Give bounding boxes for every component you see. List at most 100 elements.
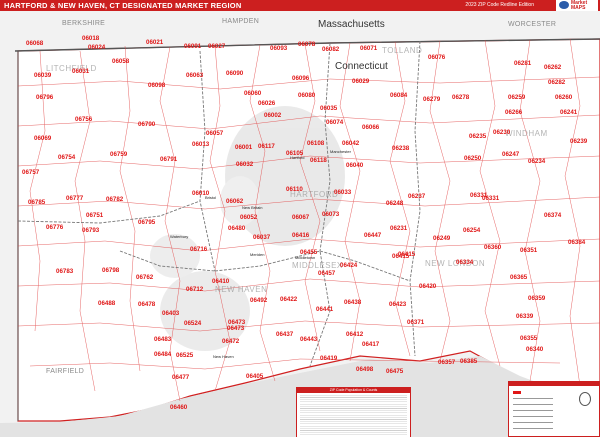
zip-label: 06384: [568, 239, 586, 246]
zip-label: 06093: [270, 45, 288, 52]
zip-label: 06266: [505, 109, 523, 116]
zip-label: 06374: [544, 212, 562, 219]
zip-label: 06447: [364, 232, 382, 239]
zip-label: 06035: [320, 105, 338, 112]
county-label-tolland: TOLLAND: [382, 46, 422, 55]
zip-label: 06071: [360, 45, 378, 52]
zip-label: 06235: [469, 133, 487, 140]
zip-label: 06791: [160, 156, 178, 163]
zip-label: 06067: [292, 214, 310, 221]
county-label-new-haven: NEW HAVEN: [215, 285, 267, 294]
zip-label: 06248: [386, 200, 404, 207]
zip-label: 06118: [310, 157, 327, 164]
state-label-massachusetts: Massachusetts: [318, 19, 385, 30]
zip-label: 06480: [228, 225, 246, 232]
zip-label: 06259: [508, 94, 526, 101]
zip-label: 06488: [98, 300, 116, 307]
town-label-new-britain: New Britain: [242, 205, 262, 210]
key-line: [513, 422, 553, 423]
zip-label: 06026: [258, 100, 276, 107]
zip-label: 06371: [407, 319, 425, 326]
zip-label: 06057: [206, 130, 224, 137]
zip-label: 06355: [520, 335, 538, 342]
county-label-worcester: WORCESTER: [508, 21, 556, 28]
zip-label: 06013: [192, 141, 210, 148]
zip-label: 06066: [362, 124, 380, 131]
zip-label: 06525: [176, 352, 194, 359]
zip-label: 06024: [88, 44, 106, 51]
zip-label: 06029: [352, 78, 370, 85]
zip-label: 06281: [514, 60, 532, 67]
zip-label: 06040: [346, 162, 364, 169]
zip-label: 06437: [276, 331, 294, 338]
zip-label: 06031: [72, 68, 90, 75]
town-label-waterbury: Waterbury: [170, 234, 188, 239]
zip-label: 06754: [58, 154, 76, 161]
zip-label: 06777: [66, 195, 84, 202]
zip-label: 06416: [292, 232, 310, 239]
zip-label: 06477: [172, 374, 190, 381]
zip-label: 06058: [112, 58, 130, 65]
zip-label: 06438: [344, 299, 362, 306]
legend-title: ZIP Code Population & Counts: [297, 388, 410, 393]
zip-count-legend: ZIP Code Population & Counts: [296, 387, 411, 437]
county-label-fairfield: FAIRFIELD: [46, 368, 84, 375]
zip-label: 06063: [186, 72, 204, 79]
county-label-middlesex: MIDDLESEX: [292, 261, 343, 270]
zip-label: 06262: [544, 64, 562, 71]
zip-label: 06117: [258, 143, 275, 150]
zip-label: 06230: [493, 129, 511, 136]
zip-label: 06331: [470, 192, 488, 199]
zip-label: 06783: [56, 268, 74, 275]
zip-label: 06105: [286, 150, 304, 157]
zip-label: 06478: [138, 301, 156, 308]
zip-label: 06278: [452, 94, 470, 101]
zip-label: 06042: [342, 140, 360, 147]
zip-label: 06798: [102, 267, 120, 274]
zip-label: 06759: [110, 151, 128, 158]
zip-map: Massachusetts Connecticut BERKSHIRE HAMP…: [0, 11, 600, 437]
county-label-windham: WINDHAM: [505, 129, 548, 138]
county-label-berkshire: BERKSHIRE: [62, 20, 105, 27]
zip-label: 06757: [22, 169, 40, 176]
zip-label: 06027: [208, 43, 226, 50]
zip-label: 06091: [184, 43, 202, 50]
zip-label: 06260: [555, 94, 573, 101]
zip-label: 06357: [438, 359, 456, 366]
town-label-manchester: Manchester: [330, 149, 352, 154]
zip-label: 06455: [300, 249, 318, 256]
state-label-connecticut: Connecticut: [335, 61, 388, 72]
zip-label: 06068: [26, 40, 44, 47]
key-swatch: [513, 391, 521, 394]
zip-label: 06403: [162, 310, 180, 317]
zip-label: 06405: [246, 373, 264, 380]
globe-icon: [559, 1, 569, 9]
zip-label: 06052: [240, 214, 258, 221]
zip-label: 06090: [226, 70, 244, 77]
zip-label: 06524: [184, 320, 202, 327]
zip-label: 06790: [138, 121, 156, 128]
zip-label: 06422: [280, 296, 298, 303]
key-line: [513, 416, 553, 417]
zip-label: 06796: [36, 94, 54, 101]
zip-label: 06412: [346, 331, 364, 338]
zip-label: 06475: [386, 368, 404, 375]
zip-label: 06417: [362, 341, 380, 348]
zip-label: 06237: [408, 193, 426, 200]
zip-label: 06037: [253, 234, 271, 241]
zip-label: 06473: [227, 325, 245, 332]
key-line: [513, 398, 553, 399]
key-header: [509, 382, 599, 386]
zip-label: 06084: [390, 92, 408, 99]
zip-label: 06060: [244, 90, 262, 97]
zip-label: 06365: [510, 274, 528, 281]
key-line: [513, 404, 553, 405]
zip-label: 06231: [390, 225, 408, 232]
zip-label: 06782: [106, 196, 124, 203]
zip-label: 06441: [316, 306, 334, 313]
zip-label: 06033: [334, 189, 352, 196]
zip-label: 06001: [235, 144, 253, 151]
zip-label: 06359: [528, 295, 546, 302]
zip-label: 06460: [170, 404, 188, 411]
zip-label: 06339: [516, 313, 534, 320]
